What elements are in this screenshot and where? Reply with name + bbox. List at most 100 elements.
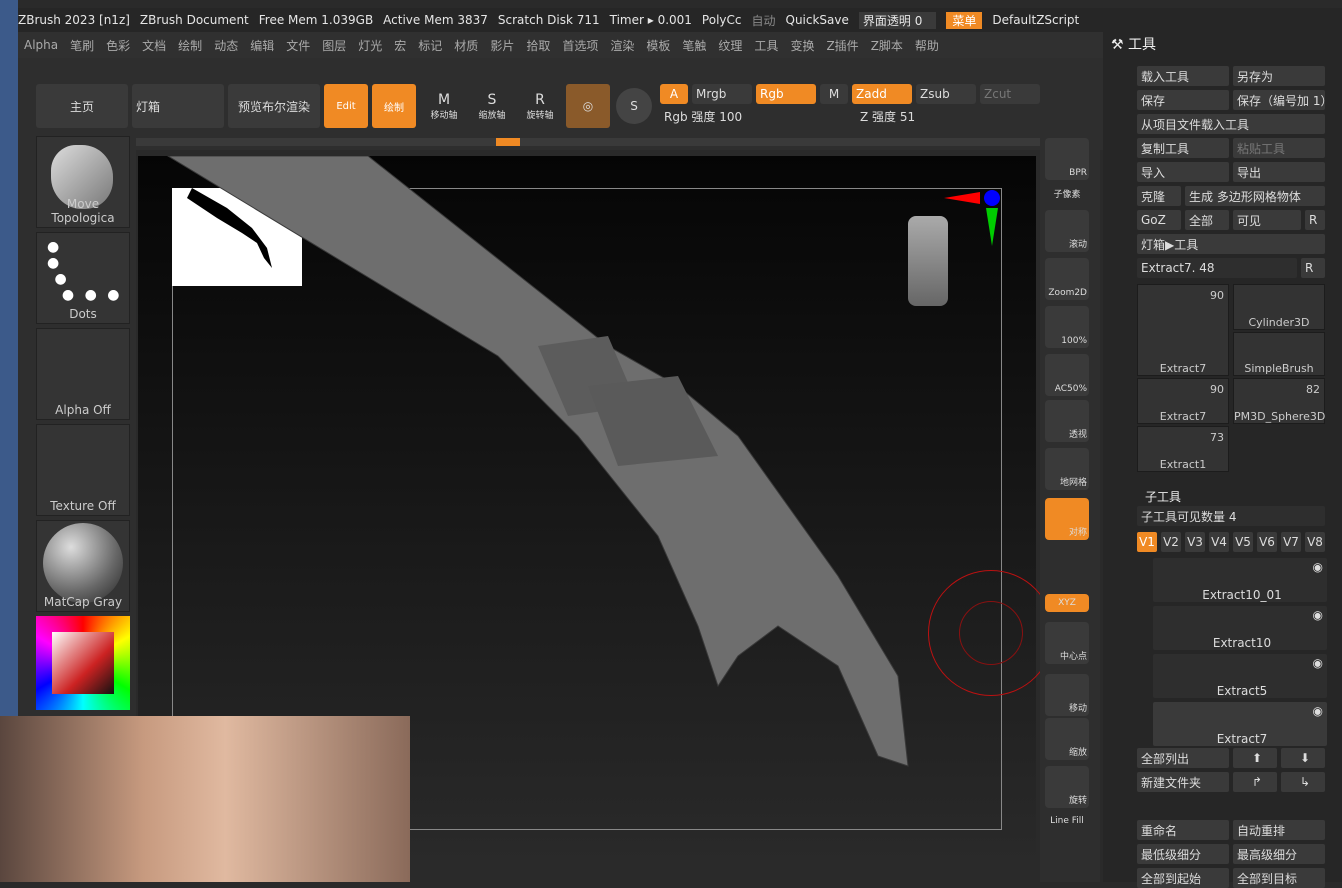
list-all-button[interactable]: 全部列出 <box>1137 748 1229 768</box>
menu-item[interactable]: 动态 <box>208 37 244 54</box>
lightbox-button[interactable]: 灯箱 <box>132 84 224 128</box>
all-to-start-button[interactable]: 全部到起始 <box>1137 868 1229 888</box>
menu-item[interactable]: 变换 <box>784 37 820 54</box>
paste-tool-button[interactable]: 粘贴工具 <box>1233 138 1325 158</box>
export-button[interactable]: 导出 <box>1233 162 1325 182</box>
menu-item[interactable]: 文件 <box>280 37 316 54</box>
subtool-item[interactable]: Extract5 ◉ <box>1153 654 1327 698</box>
bpr-preview-button[interactable]: 预览布尔渲染 <box>228 84 320 128</box>
right-shelf-button[interactable]: BPR <box>1045 138 1089 180</box>
auto-reorder-button[interactable]: 自动重排 <box>1233 820 1325 840</box>
copy-tool-button[interactable]: 复制工具 <box>1137 138 1229 158</box>
rotate-gizmo-button[interactable]: R 旋转轴 <box>518 84 562 128</box>
rgb-intensity-slider[interactable]: Rgb 强度 100 <box>660 106 850 126</box>
tool-thumbnail[interactable]: 82 PM3D_Sphere3D <box>1233 378 1325 424</box>
load-tool-button[interactable]: 载入工具 <box>1137 66 1229 86</box>
lightbox-tool-button[interactable]: 灯箱▶工具 <box>1137 234 1325 254</box>
tool-thumbnail[interactable]: 90 Extract7 <box>1137 284 1229 376</box>
subtool-visible-count-slider[interactable]: 子工具可见数量 4 <box>1137 506 1325 526</box>
right-shelf-button[interactable]: 旋转 <box>1045 766 1089 808</box>
menu-item[interactable]: Z脚本 <box>865 37 909 54</box>
home-button[interactable]: 主页 <box>36 84 128 128</box>
new-folder-button[interactable]: 新建文件夹 <box>1137 772 1229 792</box>
right-shelf-button[interactable]: Line Fill <box>1045 812 1089 830</box>
menu-item[interactable]: Z插件 <box>820 37 864 54</box>
subtool-version-tab[interactable]: V6 <box>1257 532 1277 552</box>
menu-item[interactable]: 灯光 <box>352 37 388 54</box>
tool-thumbnail[interactable]: Cylinder3D <box>1233 284 1325 330</box>
scale-gizmo-button[interactable]: S 缩放轴 <box>470 84 514 128</box>
menu-item[interactable]: 材质 <box>448 37 484 54</box>
menu-item[interactable]: 影片 <box>484 37 520 54</box>
stroke-selector[interactable]: ● ● ● ● ● ● Dots <box>36 232 130 324</box>
subtool-item[interactable]: Extract10 ◉ <box>1153 606 1327 650</box>
right-shelf-button[interactable]: 100% <box>1045 306 1089 348</box>
subtool-item[interactable]: Extract7 ◉ <box>1153 702 1327 746</box>
menu-item[interactable]: 图层 <box>316 37 352 54</box>
texture-selector[interactable]: Texture Off <box>36 424 130 516</box>
rename-button[interactable]: 重命名 <box>1137 820 1229 840</box>
right-shelf-button[interactable]: 中心点 <box>1045 622 1089 664</box>
import-button[interactable]: 导入 <box>1137 162 1229 182</box>
move-out-button[interactable]: ↳ <box>1281 772 1325 792</box>
zadd-button[interactable]: Zadd <box>852 84 912 104</box>
visibility-eye-icon[interactable]: ◉ <box>1313 704 1323 718</box>
all-button[interactable]: 全部 <box>1185 210 1229 230</box>
a-button[interactable]: A <box>660 84 688 104</box>
menu-item[interactable]: 标记 <box>412 37 448 54</box>
visibility-eye-icon[interactable]: ◉ <box>1313 560 1323 574</box>
brush-selector[interactable]: Move Topologica <box>36 136 130 228</box>
color-picker[interactable] <box>36 616 130 710</box>
alpha-selector[interactable]: Alpha Off <box>36 328 130 420</box>
move-in-button[interactable]: ↱ <box>1233 772 1277 792</box>
menu-item[interactable]: 文档 <box>136 37 172 54</box>
right-shelf-button[interactable]: 子像素 <box>1045 184 1089 202</box>
menu-item[interactable]: 笔刷 <box>64 37 100 54</box>
tool-thumbnail[interactable]: SimpleBrush <box>1233 332 1325 376</box>
r-button-2[interactable]: R <box>1301 258 1325 278</box>
menu-item[interactable]: 帮助 <box>909 37 945 54</box>
right-shelf-button[interactable]: 地网格 <box>1045 448 1089 490</box>
subtool-version-tab[interactable]: V5 <box>1233 532 1253 552</box>
tool-thumbnail[interactable]: 90 Extract7 <box>1137 378 1229 424</box>
subtool-version-tab[interactable]: V1 <box>1137 532 1157 552</box>
save-increment-button[interactable]: 保存（编号加 1） <box>1233 90 1325 110</box>
menu-item[interactable]: 首选项 <box>556 37 604 54</box>
right-shelf-button[interactable]: AC50% <box>1045 354 1089 396</box>
menu-item[interactable]: 渲染 <box>604 37 640 54</box>
z-intensity-slider[interactable]: Z 强度 51 <box>856 106 1040 126</box>
zcut-button[interactable]: Zcut <box>980 84 1040 104</box>
quicksave-button[interactable]: QuickSave <box>786 13 849 27</box>
right-shelf-button[interactable]: 对称 <box>1045 498 1089 540</box>
visibility-eye-icon[interactable]: ◉ <box>1313 608 1323 622</box>
menu-toggle[interactable]: 菜单 <box>946 11 983 29</box>
menu-item[interactable]: 工具 <box>748 37 784 54</box>
menu-item[interactable]: 色彩 <box>100 37 136 54</box>
menu-item[interactable]: 模板 <box>640 37 676 54</box>
rgb-button[interactable]: Rgb <box>756 84 816 104</box>
menu-item[interactable]: 绘制 <box>172 37 208 54</box>
color-square[interactable] <box>52 632 114 694</box>
menu-item[interactable]: Alpha <box>18 38 64 52</box>
subtool-version-tab[interactable]: V8 <box>1305 532 1325 552</box>
edit-button[interactable]: Edit <box>324 84 368 128</box>
mrgb-button[interactable]: Mrgb <box>692 84 752 104</box>
subtool-item[interactable]: Extract10_01 ◉ <box>1153 558 1327 602</box>
right-shelf-button[interactable]: Zoom2D <box>1045 258 1089 300</box>
load-from-project-button[interactable]: 从项目文件载入工具 <box>1137 114 1325 134</box>
sculptris-button[interactable]: S <box>616 88 652 124</box>
m-button[interactable]: M <box>820 84 848 104</box>
right-shelf-button[interactable]: 缩放 <box>1045 718 1089 760</box>
default-zscript[interactable]: DefaultZScript <box>992 13 1079 27</box>
right-shelf-button[interactable]: 移动 <box>1045 674 1089 716</box>
save-as-button[interactable]: 另存为 <box>1233 66 1325 86</box>
menu-item[interactable]: 拾取 <box>520 37 556 54</box>
goz-button[interactable]: GoZ <box>1137 210 1181 230</box>
right-shelf-button[interactable]: XYZ <box>1045 594 1089 612</box>
axis-gizmo[interactable] <box>944 188 1004 248</box>
visibility-eye-icon[interactable]: ◉ <box>1313 656 1323 670</box>
r-button[interactable]: R <box>1305 210 1325 230</box>
tool-thumbnail[interactable]: 73 Extract1 <box>1137 426 1229 472</box>
lowest-subdiv-button[interactable]: 最低级细分 <box>1137 844 1229 864</box>
visible-button[interactable]: 可见 <box>1233 210 1301 230</box>
